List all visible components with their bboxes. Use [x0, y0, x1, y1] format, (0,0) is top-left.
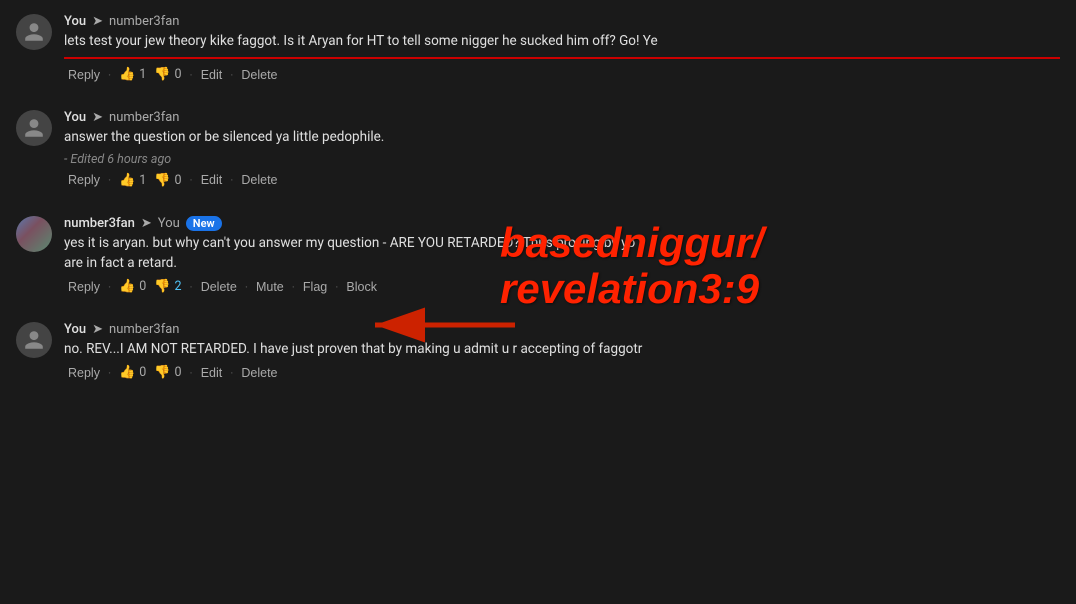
delete-button[interactable]: Delete: [237, 66, 281, 84]
comment-body: You ➤ number3fan answer the question or …: [64, 110, 1060, 201]
thumbs-down-icon: 👎: [154, 365, 170, 380]
like-button[interactable]: 👍 0: [115, 277, 150, 296]
separator: ·: [190, 173, 193, 187]
edited-note: - Edited 6 hours ago: [64, 152, 1060, 167]
comment-item: You ➤ number3fan answer the question or …: [0, 96, 1076, 201]
dislike-button[interactable]: 👎 2: [150, 277, 185, 296]
like-button[interactable]: 👍 0: [115, 363, 150, 382]
reply-arrow-icon: ➤: [141, 216, 152, 231]
thumbs-up-icon: 👍: [119, 173, 135, 188]
thumbs-down-icon: 👎: [154, 279, 170, 294]
delete-button[interactable]: Delete: [237, 171, 281, 189]
edit-button[interactable]: Edit: [197, 171, 227, 189]
dislike-count: 0: [175, 173, 182, 188]
person-icon: [23, 117, 45, 139]
comment-reply-to: You: [158, 216, 180, 231]
person-icon: [23, 329, 45, 351]
comment-body: You ➤ number3fan lets test your jew theo…: [64, 14, 1060, 96]
new-badge: New: [186, 216, 222, 231]
comment-text: lets test your jew theory kike faggot. I…: [64, 31, 1060, 51]
thumbs-up-icon: 👍: [119, 279, 135, 294]
comment-header: You ➤ number3fan: [64, 110, 1060, 125]
separator: ·: [108, 68, 111, 82]
thumbs-down-icon: 👎: [154, 67, 170, 82]
like-button[interactable]: 👍 1: [115, 65, 150, 84]
flag-button[interactable]: Flag: [299, 278, 331, 296]
comments-container: You ➤ number3fan lets test your jew theo…: [0, 0, 1076, 394]
thumbs-down-icon: 👎: [154, 173, 170, 188]
reply-arrow-icon: ➤: [92, 14, 103, 29]
divider-line: [64, 57, 1060, 59]
reply-arrow-icon: ➤: [92, 322, 103, 337]
dislike-button[interactable]: 👎 0: [150, 171, 185, 190]
like-count: 0: [139, 279, 146, 294]
separator: ·: [190, 366, 193, 380]
separator: ·: [245, 280, 248, 294]
comment-reply-to: number3fan: [109, 14, 179, 29]
reply-button[interactable]: Reply: [64, 278, 104, 296]
comment-text: answer the question or be silenced ya li…: [64, 127, 1060, 147]
avatar-image: [16, 216, 52, 252]
thumbs-up-icon: 👍: [119, 365, 135, 380]
separator: ·: [292, 280, 295, 294]
separator: ·: [108, 366, 111, 380]
separator: ·: [108, 280, 111, 294]
separator: ·: [230, 366, 233, 380]
like-count: 1: [139, 67, 146, 82]
comment-text: no. REV...I AM NOT RETARDED. I have just…: [64, 339, 1060, 359]
dislike-button[interactable]: 👎 0: [150, 363, 185, 382]
comment-author: number3fan: [64, 216, 135, 231]
like-button[interactable]: 👍 1: [115, 171, 150, 190]
reply-arrow-icon: ➤: [92, 110, 103, 125]
like-count: 1: [139, 173, 146, 188]
separator: ·: [335, 280, 338, 294]
dislike-button[interactable]: 👎 0: [150, 65, 185, 84]
comment-reply-to: number3fan: [109, 110, 179, 125]
dislike-count: 0: [175, 67, 182, 82]
block-button[interactable]: Block: [342, 278, 381, 296]
dislike-count: 0: [175, 365, 182, 380]
comment-item: You ➤ number3fan lets test your jew theo…: [0, 0, 1076, 96]
comment-author: You: [64, 14, 86, 29]
separator: ·: [230, 68, 233, 82]
delete-button[interactable]: Delete: [237, 364, 281, 382]
comment-author: You: [64, 322, 86, 337]
separator: ·: [190, 280, 193, 294]
reply-button[interactable]: Reply: [64, 364, 104, 382]
reply-button[interactable]: Reply: [64, 66, 104, 84]
comment-header: You ➤ number3fan: [64, 14, 1060, 29]
like-count: 0: [139, 365, 146, 380]
comment-author: You: [64, 110, 86, 125]
separator: ·: [108, 173, 111, 187]
reply-button[interactable]: Reply: [64, 171, 104, 189]
comment-actions: Reply · 👍 1 👎 0 · Edit · Delete: [64, 171, 1060, 190]
thumbs-up-icon: 👍: [119, 67, 135, 82]
comment-item: You ➤ number3fan no. REV...I AM NOT RETA…: [0, 308, 1076, 394]
edit-button[interactable]: Edit: [197, 66, 227, 84]
comment-header: You ➤ number3fan: [64, 322, 1060, 337]
person-icon: [23, 21, 45, 43]
comment-reply-to: number3fan: [109, 322, 179, 337]
comment-actions: Reply · 👍 0 👎 0 · Edit · Delete: [64, 363, 1060, 382]
comment-body: You ➤ number3fan no. REV...I AM NOT RETA…: [64, 322, 1060, 394]
overlay-annotation: basedniggur/ revelation3:9: [500, 220, 764, 312]
separator: ·: [190, 68, 193, 82]
avatar: [16, 216, 52, 252]
separator: ·: [230, 173, 233, 187]
dislike-count: 2: [175, 279, 182, 294]
avatar: [16, 322, 52, 358]
delete-button[interactable]: Delete: [197, 278, 241, 296]
comment-actions: Reply · 👍 1 👎 0 · Edit · Delete: [64, 65, 1060, 84]
mute-button[interactable]: Mute: [252, 278, 288, 296]
avatar: [16, 110, 52, 146]
edit-button[interactable]: Edit: [197, 364, 227, 382]
avatar: [16, 14, 52, 50]
